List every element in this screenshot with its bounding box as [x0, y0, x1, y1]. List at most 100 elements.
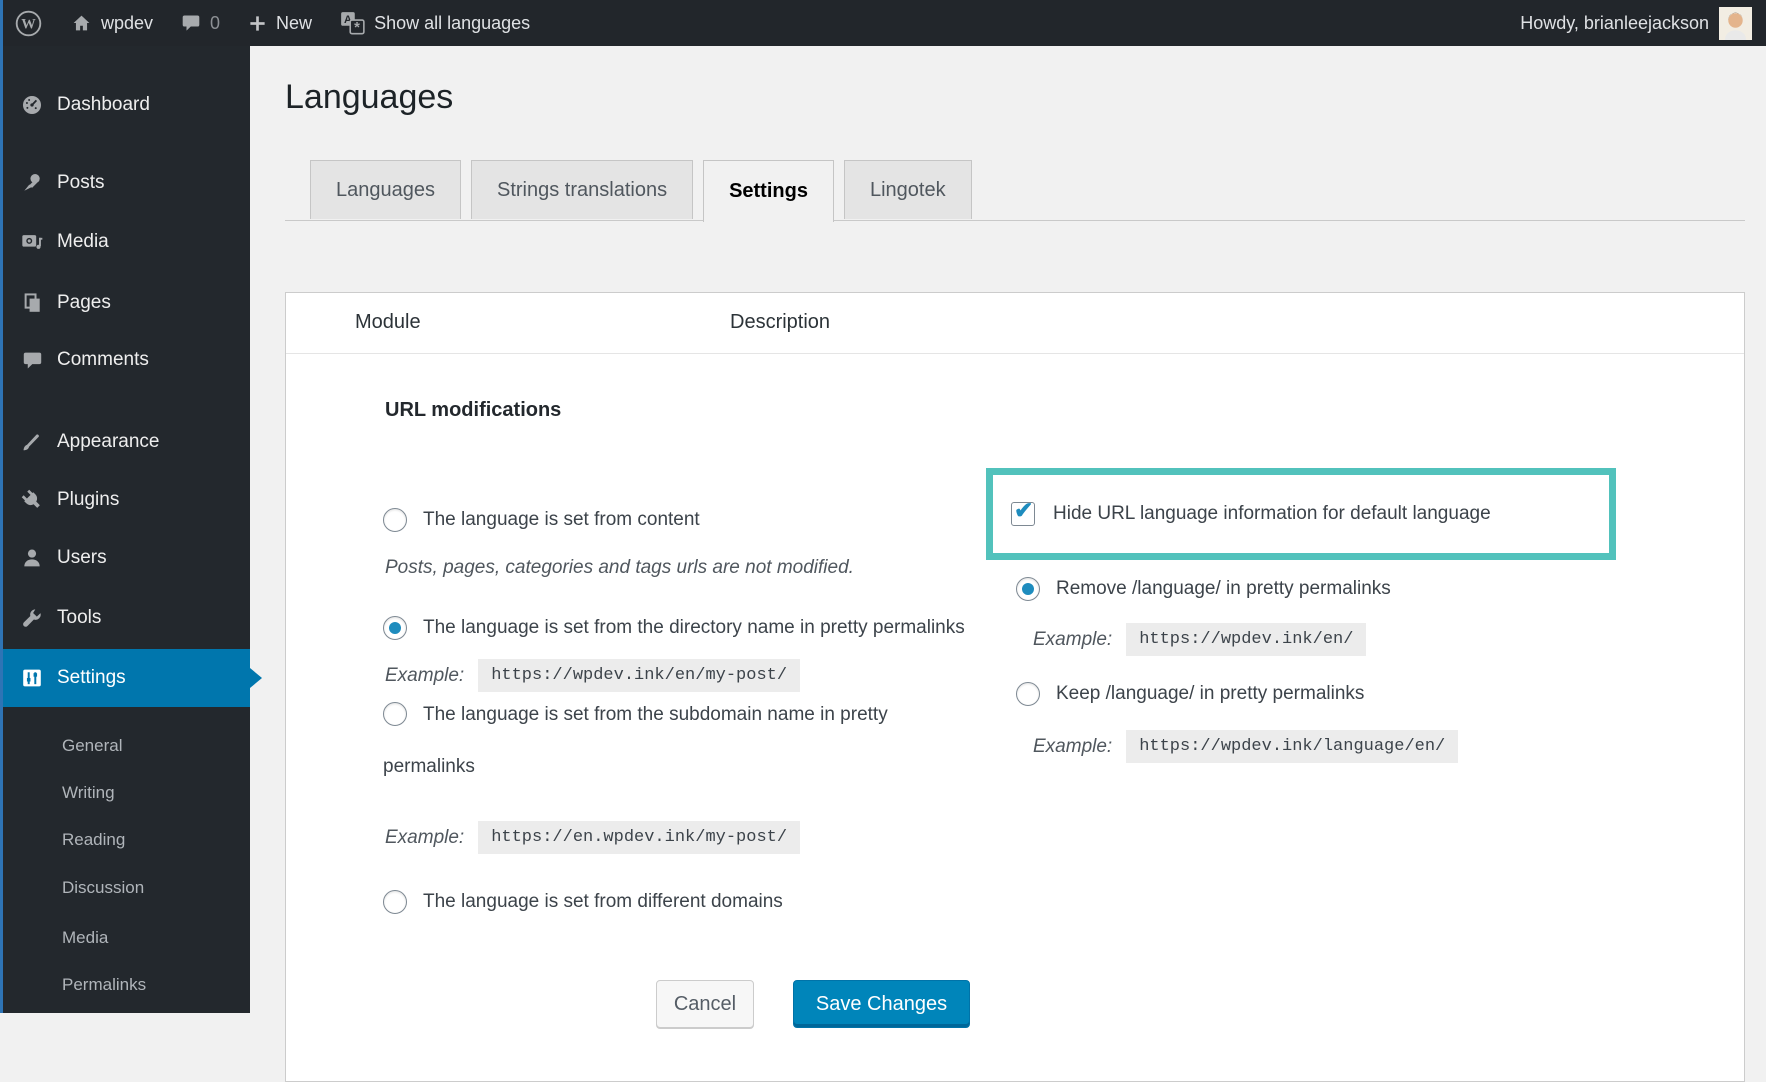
column-header-module: Module — [355, 311, 421, 334]
example-label: Example: — [385, 827, 464, 849]
sidebar-subitem-permalinks[interactable]: Permalinks — [0, 967, 250, 1003]
show-all-languages-label: Show all languages — [374, 13, 530, 34]
example-label: Example: — [1033, 629, 1112, 651]
submenu-label: General — [62, 736, 122, 756]
admin-sidebar: Dashboard Posts Media Pages Comments App… — [0, 46, 250, 1013]
radio-language-from-content[interactable]: The language is set from content — [383, 508, 700, 532]
sidebar-item-comments[interactable]: Comments — [0, 340, 250, 380]
sidebar-label: Users — [57, 547, 107, 569]
radio-language-from-domains[interactable]: The language is set from different domai… — [383, 890, 783, 914]
example-directory-row: Example: https://wpdev.ink/en/my-post/ — [385, 659, 800, 692]
sidebar-subitem-general[interactable]: General — [0, 728, 250, 764]
radio-language-from-subdomain[interactable]: The language is set from the subdomain n… — [383, 689, 968, 793]
sidebar-label: Plugins — [57, 489, 119, 511]
sidebar-label: Posts — [57, 172, 105, 194]
radio-label: The language is set from content — [423, 509, 700, 531]
admin-bar: W wpdev 0 New A* Show all languages Howd… — [0, 0, 1766, 46]
column-header-description: Description — [730, 311, 830, 334]
home-icon — [71, 13, 92, 34]
radio-label: The language is set from different domai… — [423, 891, 783, 913]
sidebar-label: Media — [57, 231, 109, 253]
radio-circle-checked[interactable] — [1016, 577, 1040, 601]
radio-label: The language is set from the directory n… — [423, 617, 965, 639]
example-label: Example: — [385, 665, 464, 687]
submenu-label: Media — [62, 928, 108, 948]
appearance-brush-icon — [21, 431, 43, 453]
wordpress-logo-icon: W — [14, 9, 43, 38]
sidebar-item-users[interactable]: Users — [0, 538, 250, 578]
user-avatar[interactable] — [1719, 7, 1752, 40]
radio-label: Keep /language/ in pretty permalinks — [1056, 683, 1364, 705]
plus-icon — [248, 14, 267, 33]
cancel-button[interactable]: Cancel — [656, 980, 754, 1028]
comments-count: 0 — [210, 13, 220, 34]
site-name: wpdev — [101, 13, 153, 34]
tab-strings-translations[interactable]: Strings translations — [471, 160, 693, 219]
radio-circle-unchecked[interactable] — [383, 702, 407, 726]
radio-label: Remove /language/ in pretty permalinks — [1056, 578, 1391, 600]
radio-circle-unchecked[interactable] — [1016, 682, 1040, 706]
tab-settings[interactable]: Settings — [703, 160, 834, 222]
wordpress-menu[interactable]: W — [0, 0, 57, 46]
checkbox-hide-url-language[interactable]: Hide URL language information for defaul… — [1011, 502, 1491, 526]
main-content: Languages Languages Strings translations… — [250, 46, 1766, 1013]
sidebar-item-appearance[interactable]: Appearance — [0, 422, 250, 462]
submenu-label: Permalinks — [62, 975, 146, 995]
example-url-remove: https://wpdev.ink/en/ — [1126, 623, 1366, 656]
example-url-subdomain: https://en.wpdev.ink/my-post/ — [478, 821, 800, 854]
tab-languages[interactable]: Languages — [310, 160, 461, 219]
checkbox-checked[interactable] — [1011, 502, 1035, 526]
radio-remove-language-permalinks[interactable]: Remove /language/ in pretty permalinks — [1016, 577, 1391, 601]
radio-circle-checked[interactable] — [383, 616, 407, 640]
comment-bubble-icon — [181, 13, 201, 33]
new-menu[interactable]: New — [234, 0, 326, 46]
radio-language-from-directory[interactable]: The language is set from the directory n… — [383, 616, 965, 640]
tab-lingotek[interactable]: Lingotek — [844, 160, 972, 219]
sidebar-subitem-discussion[interactable]: Discussion — [0, 870, 250, 906]
section-title-url-modifications: URL modifications — [385, 399, 561, 422]
radio-circle-unchecked[interactable] — [383, 890, 407, 914]
save-changes-button[interactable]: Save Changes — [793, 980, 970, 1028]
sidebar-label: Settings — [57, 667, 126, 689]
submenu-label: Writing — [62, 783, 115, 803]
tools-wrench-icon — [21, 607, 43, 629]
sidebar-label: Comments — [57, 349, 149, 371]
submenu-label: Discussion — [62, 878, 144, 898]
site-link[interactable]: wpdev — [57, 0, 167, 46]
translate-icon: A* — [340, 11, 365, 36]
howdy-account-link[interactable]: Howdy, brianleejackson — [1520, 13, 1709, 34]
sidebar-item-pages[interactable]: Pages — [0, 283, 250, 323]
show-all-languages[interactable]: A* Show all languages — [326, 0, 544, 46]
comments-bubble[interactable]: 0 — [167, 0, 234, 46]
sidebar-item-settings[interactable]: Settings — [0, 649, 250, 707]
page-title: Languages — [285, 78, 453, 117]
sidebar-subitem-media[interactable]: Media — [0, 920, 250, 956]
comments-icon — [21, 349, 43, 371]
plugins-icon — [21, 489, 43, 511]
sidebar-item-dashboard[interactable]: Dashboard — [0, 85, 250, 125]
sidebar-item-media[interactable]: Media — [0, 222, 250, 262]
radio-keep-language-permalinks[interactable]: Keep /language/ in pretty permalinks — [1016, 682, 1364, 706]
sidebar-subitem-reading[interactable]: Reading — [0, 822, 250, 858]
sidebar-item-tools[interactable]: Tools — [0, 598, 250, 638]
dashboard-icon — [21, 94, 43, 116]
example-label: Example: — [1033, 736, 1112, 758]
sidebar-item-posts[interactable]: Posts — [0, 163, 250, 203]
sidebar-item-plugins[interactable]: Plugins — [0, 480, 250, 520]
media-icon — [21, 231, 43, 253]
radio-circle-unchecked[interactable] — [383, 508, 407, 532]
example-subdomain-row: Example: https://en.wpdev.ink/my-post/ — [385, 821, 800, 854]
sidebar-label: Dashboard — [57, 94, 150, 116]
settings-sliders-icon — [21, 667, 43, 689]
pages-icon — [21, 292, 43, 314]
sidebar-label: Appearance — [57, 431, 159, 453]
checkbox-label: Hide URL language information for defaul… — [1053, 503, 1491, 525]
pushpin-icon — [21, 172, 43, 194]
example-keep-row: Example: https://wpdev.ink/language/en/ — [1033, 730, 1458, 763]
settings-panel: Module Description URL modifications The… — [285, 292, 1745, 1082]
svg-text:W: W — [21, 16, 36, 32]
sidebar-subitem-writing[interactable]: Writing — [0, 775, 250, 811]
window-edge-strip — [0, 0, 3, 1013]
tab-bar: Languages Strings translations Settings … — [310, 160, 982, 222]
table-header-row: Module Description — [286, 293, 1744, 354]
